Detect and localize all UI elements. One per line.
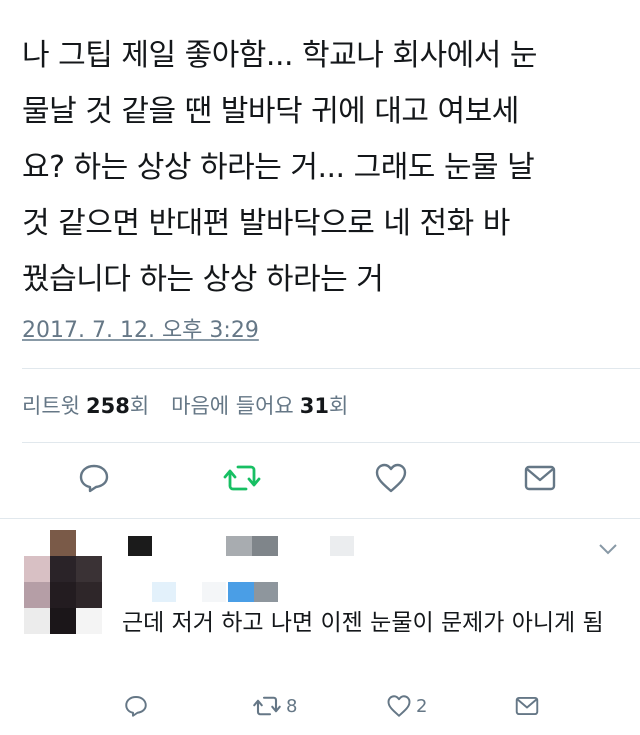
tweet-timestamp[interactable]: 2017. 7. 12. 오후 3:29 — [22, 312, 259, 344]
retweet-icon — [223, 465, 261, 491]
reply-message-button[interactable] — [514, 690, 540, 722]
retweet-unit: 회 — [129, 394, 150, 418]
reply-icon — [79, 464, 109, 493]
tweet-line: 꿨습니다 하는 상상 하라는 거 — [22, 262, 384, 297]
reply-button[interactable] — [74, 458, 114, 498]
message-icon — [524, 465, 556, 491]
divider — [22, 442, 640, 443]
tweet-text: 나 그팁 제일 좋아함... 학교나 회사에서 눈 물날 것 같을 땐 발바닥 … — [22, 28, 632, 308]
tweet-line: 요? 하는 상상 하라는 거... 그래도 눈물 날 — [22, 150, 535, 185]
reply-actions: 8 2 — [0, 690, 640, 726]
message-button[interactable] — [520, 458, 560, 498]
chevron-down-icon[interactable] — [598, 542, 618, 556]
reply-like-count: 2 — [416, 695, 428, 717]
retweet-icon — [253, 696, 281, 716]
tweet-stats: 리트윗 258회 마음에 들어요 31회 — [22, 390, 348, 420]
divider — [22, 368, 640, 369]
retweet-button[interactable] — [222, 458, 262, 498]
reply-like-button[interactable]: 2 — [386, 690, 427, 722]
tweet-line: 물날 것 같을 땐 발바닥 귀에 대고 여보세 — [22, 94, 519, 129]
heart-icon — [375, 463, 407, 493]
like-count[interactable]: 31 — [300, 394, 329, 418]
message-icon — [515, 696, 539, 716]
divider — [0, 518, 640, 519]
like-button[interactable] — [371, 458, 411, 498]
like-unit: 회 — [328, 394, 349, 418]
tweet-actions — [0, 458, 640, 506]
retweet-label[interactable]: 리트윗 — [22, 390, 80, 420]
avatar[interactable] — [24, 530, 104, 634]
heart-icon — [387, 695, 411, 717]
reply-retweet-button[interactable]: 8 — [252, 690, 297, 722]
tweet-line: 것 같으면 반대편 발바닥으로 네 전화 바 — [22, 206, 510, 241]
reply-reply-button[interactable] — [124, 690, 148, 722]
retweet-count[interactable]: 258 — [86, 394, 130, 418]
like-label[interactable]: 마음에 들어요 — [171, 390, 294, 420]
reply-retweet-count: 8 — [286, 695, 298, 717]
reply-text: 근데 저거 하고 나면 이젠 눈물이 문제가 아니게 됨 — [122, 610, 604, 636]
tweet-line: 나 그팁 제일 좋아함... 학교나 회사에서 눈 — [22, 38, 537, 73]
reply-icon — [125, 696, 147, 717]
